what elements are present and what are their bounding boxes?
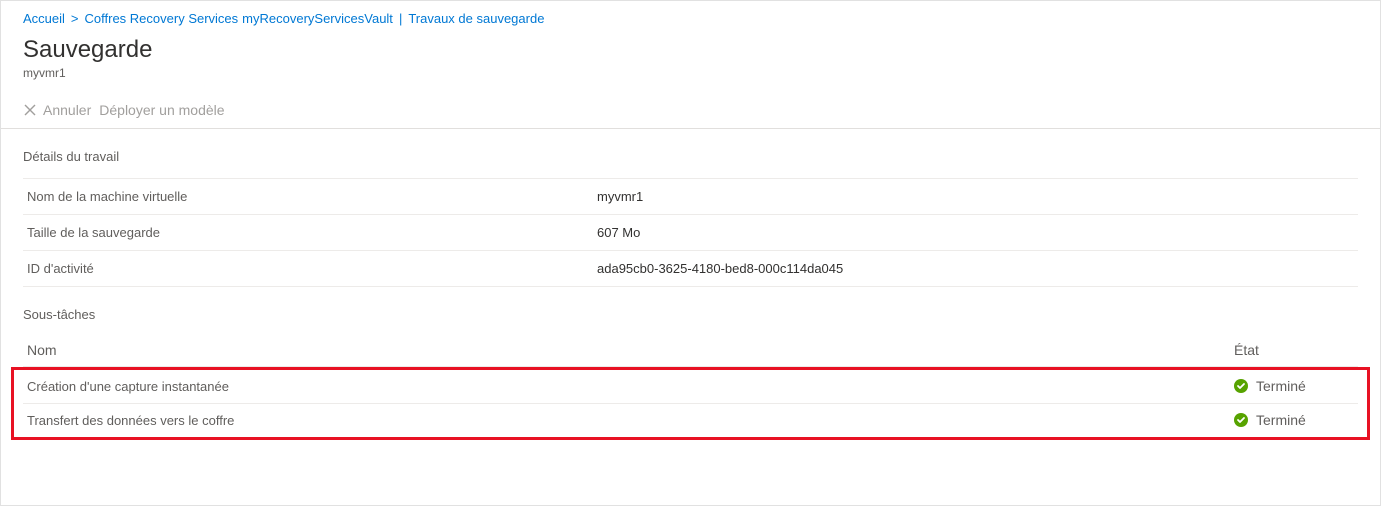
subtask-state-label: Terminé xyxy=(1256,412,1306,428)
subtask-state-label: Terminé xyxy=(1256,378,1306,394)
subtasks-col-name: Nom xyxy=(27,342,1234,358)
details-value: 607 Mo xyxy=(597,225,1354,240)
page-subtitle: myvmr1 xyxy=(1,66,1380,94)
details-value: myvmr1 xyxy=(597,189,1354,204)
deploy-template-label: Déployer un modèle xyxy=(99,102,224,118)
subtasks-section-header: Sous-tâches xyxy=(1,287,1380,332)
subtask-name: Transfert des données vers le coffre xyxy=(27,413,1234,428)
subtasks-col-state: État xyxy=(1234,342,1354,358)
details-value: ada95cb0-3625-4180-bed8-000c114da045 xyxy=(597,261,1354,276)
subtasks-table: Nom État Création d'une capture instanta… xyxy=(1,332,1380,440)
details-label: ID d'activité xyxy=(27,261,597,276)
subtask-row: Création d'une capture instantanée Termi… xyxy=(23,370,1358,404)
details-row-activity-id: ID d'activité ada95cb0-3625-4180-bed8-00… xyxy=(23,251,1358,287)
breadcrumb-home[interactable]: Accueil xyxy=(23,11,65,26)
cancel-button[interactable]: Annuler xyxy=(23,102,91,118)
subtask-name: Création d'une capture instantanée xyxy=(27,379,1234,394)
details-table: Nom de la machine virtuelle myvmr1 Taill… xyxy=(1,174,1380,287)
toolbar: Annuler Déployer un modèle xyxy=(1,94,1380,129)
details-row-backup-size: Taille de la sauvegarde 607 Mo xyxy=(23,215,1358,251)
subtasks-highlight-box: Création d'une capture instantanée Termi… xyxy=(11,367,1370,440)
breadcrumb-vaults[interactable]: Coffres Recovery Services xyxy=(85,11,239,26)
page-title: Sauvegarde xyxy=(1,32,1380,66)
breadcrumb-pipe: | xyxy=(399,11,402,26)
subtask-state: Terminé xyxy=(1234,378,1354,394)
success-icon xyxy=(1234,379,1248,393)
subtasks-header-row: Nom État xyxy=(23,332,1358,367)
deploy-template-button[interactable]: Déployer un modèle xyxy=(99,102,224,118)
breadcrumb: Accueil > Coffres Recovery Services myRe… xyxy=(1,1,1380,32)
close-icon xyxy=(23,103,37,117)
subtask-row: Transfert des données vers le coffre Ter… xyxy=(23,404,1358,437)
cancel-label: Annuler xyxy=(43,102,91,118)
subtask-state: Terminé xyxy=(1234,412,1354,428)
details-label: Nom de la machine virtuelle xyxy=(27,189,597,204)
details-row-vm-name: Nom de la machine virtuelle myvmr1 xyxy=(23,178,1358,215)
breadcrumb-jobs[interactable]: Travaux de sauvegarde xyxy=(408,11,544,26)
breadcrumb-sep: > xyxy=(71,11,79,26)
details-label: Taille de la sauvegarde xyxy=(27,225,597,240)
success-icon xyxy=(1234,413,1248,427)
breadcrumb-vault-name[interactable]: myRecoveryServicesVault xyxy=(242,11,393,26)
details-section-header: Détails du travail xyxy=(1,129,1380,174)
